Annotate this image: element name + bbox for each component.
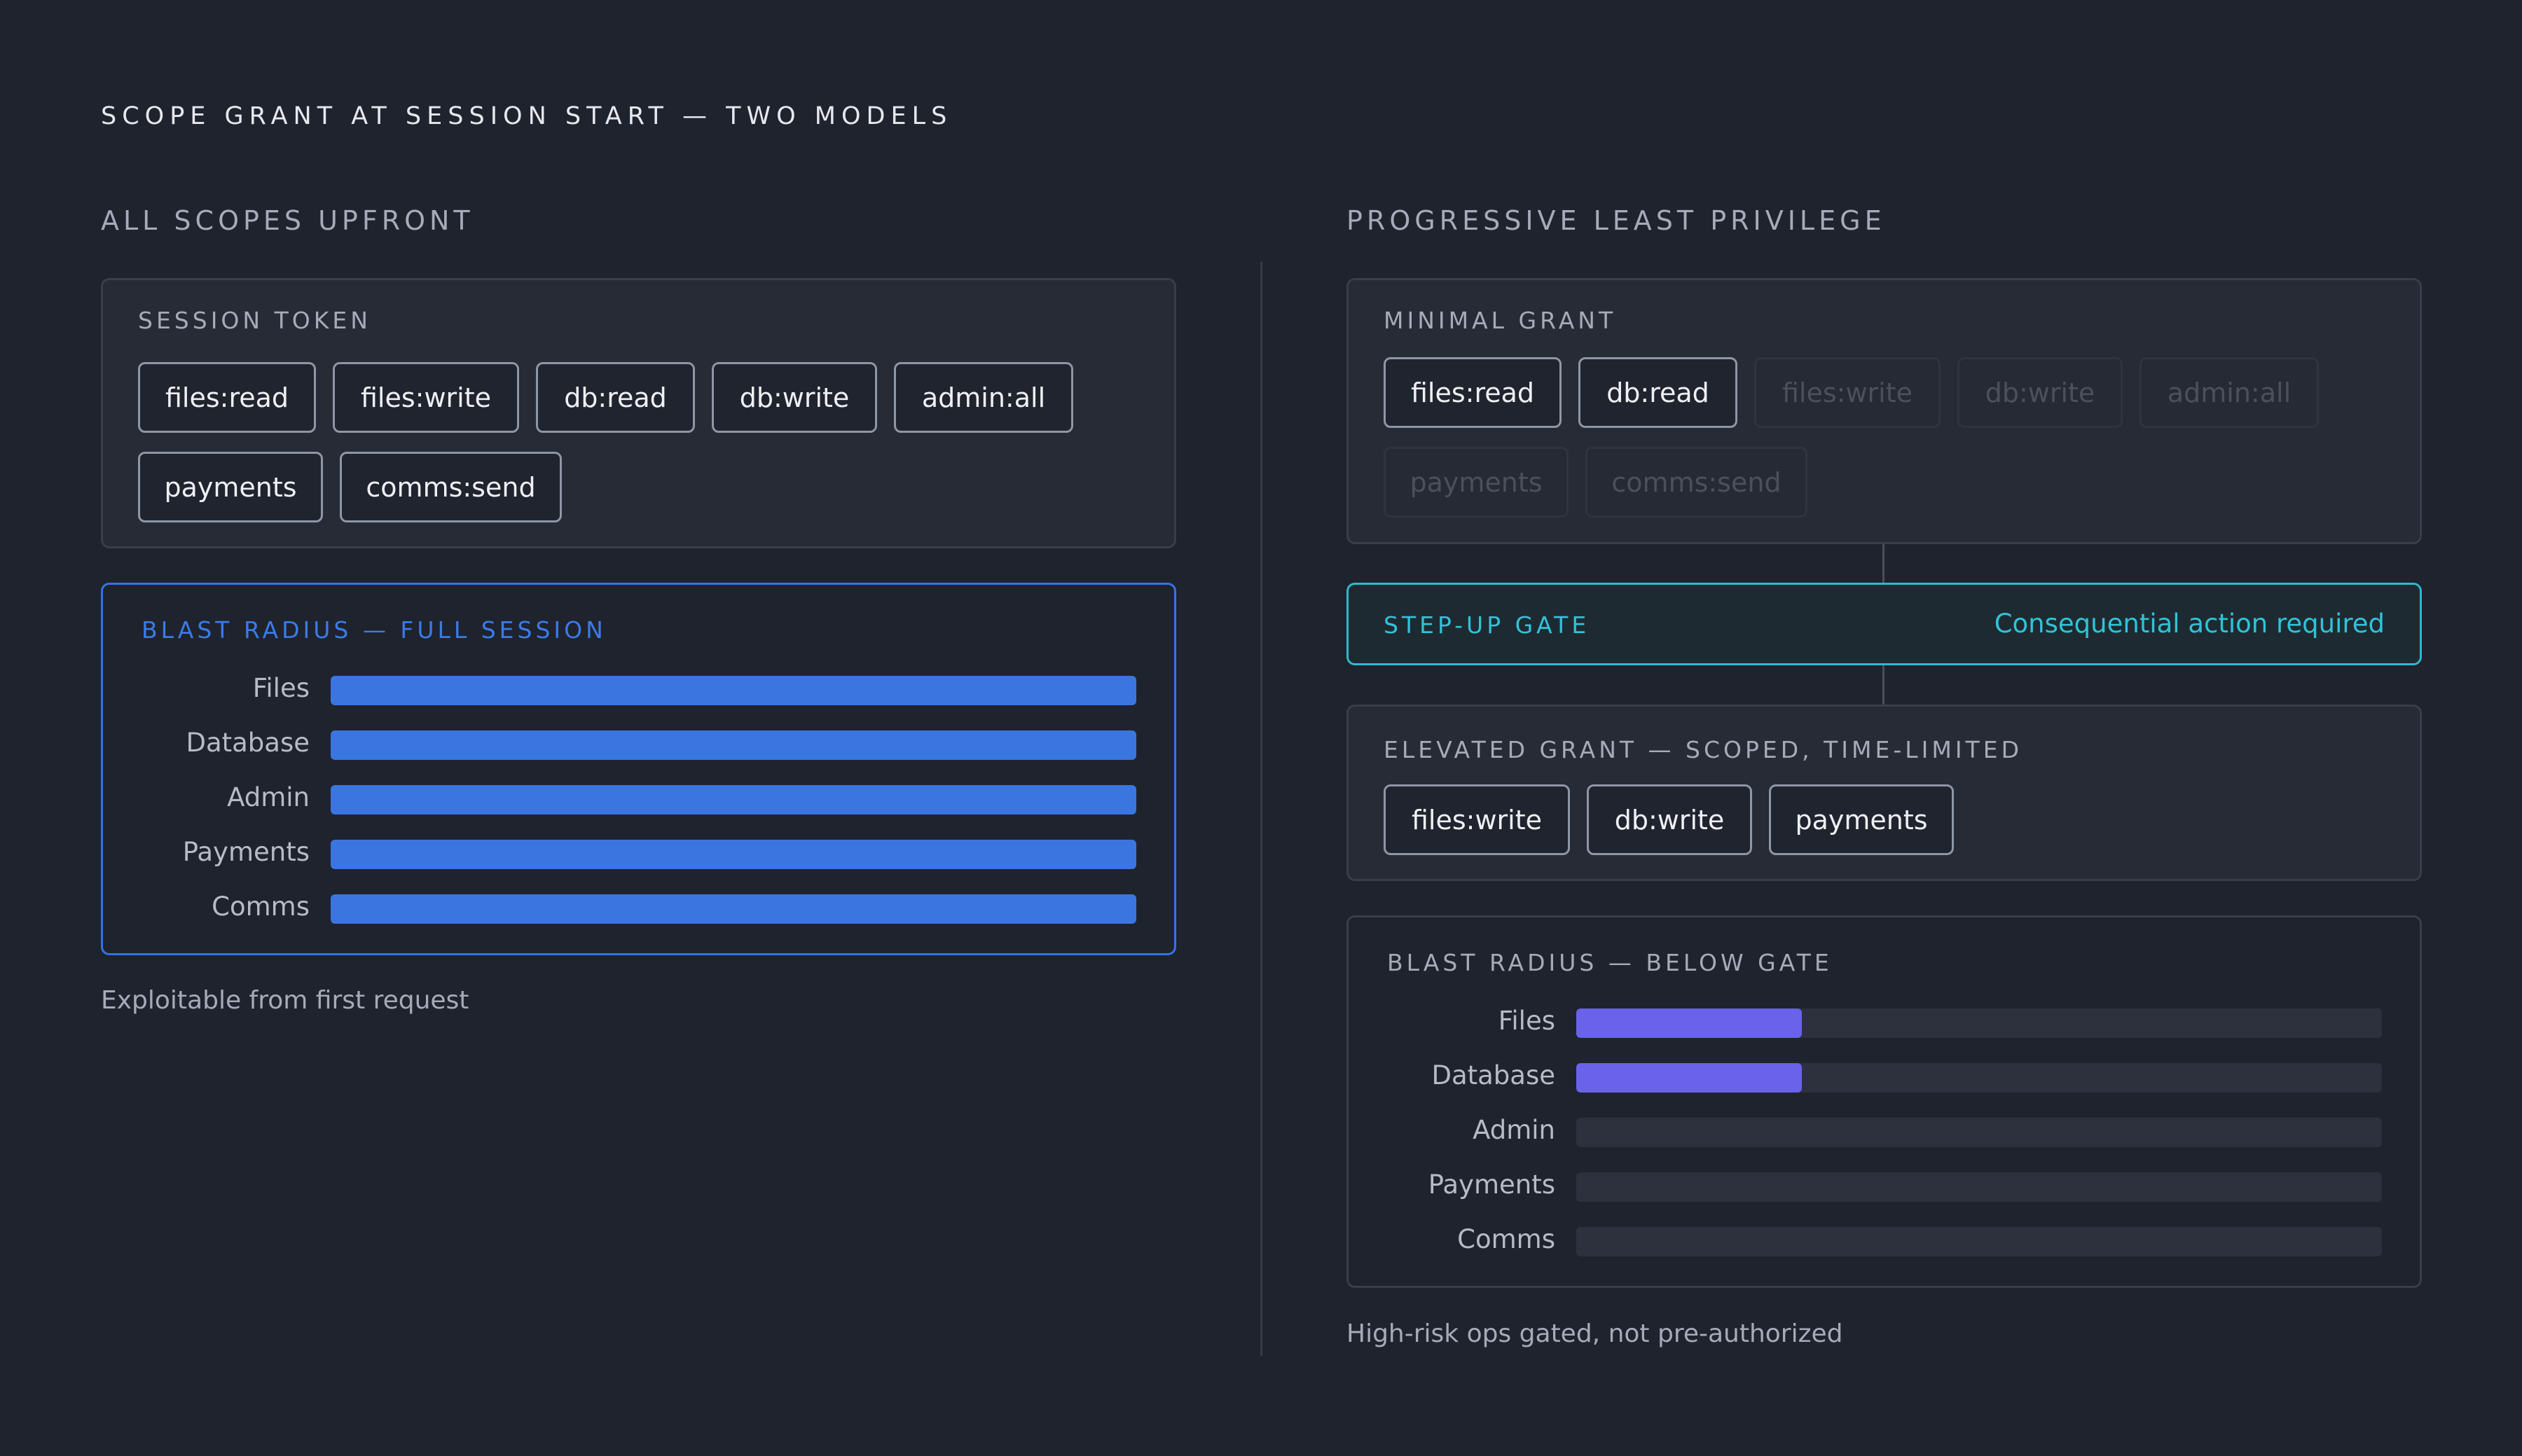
minimal-scope-files-write: files:write [1754,357,1941,428]
below-bar-track-files [1576,1008,2382,1038]
blast-radius-below-card: BLAST RADIUS — BELOW GATE Files Database A… [1346,915,2422,1288]
below-bar-label-admin: Admin [1473,1115,1555,1145]
below-bar-track-database [1576,1063,2382,1093]
minimal-scope-db-write: db:write [1957,357,2123,428]
scope-pill-payments: payments [138,452,323,522]
below-bar-fill-files [1576,1008,1802,1038]
session-token-label: SESSION TOKEN [138,307,371,334]
left-footnote: Exploitable from first request [101,986,469,1015]
scope-pill-comms-send: comms:send [340,452,562,522]
blast-radius-full-title: BLAST RADIUS — FULL SESSION [142,616,607,644]
column-divider [1260,262,1262,1356]
minimal-scope-comms-send: comms:send [1585,447,1807,518]
minimal-grant-card: MINIMAL GRANT files:read db:read files:w… [1346,278,2422,544]
full-bar-label-payments: Payments [182,837,310,867]
full-bar-track-comms [331,894,1136,924]
below-bar-label-files: Files [1498,1006,1555,1036]
blast-radius-below-title: BLAST RADIUS — BELOW GATE [1387,949,1833,976]
full-bar-fill-database [331,730,1136,760]
elevated-scope-db-write: db:write [1587,784,1752,855]
right-footnote: High-risk ops gated, not pre-authorized [1346,1319,1843,1348]
below-bar-label-payments: Payments [1428,1170,1555,1200]
below-bar-track-admin [1576,1118,2382,1147]
scope-pill-files-read: files:read [138,362,316,433]
minimal-scope-db-read: db:read [1578,357,1737,428]
full-bar-track-payments [331,840,1136,869]
full-bar-fill-payments [331,840,1136,869]
full-bar-fill-comms [331,894,1136,924]
full-bar-track-files [331,676,1136,705]
minimal-scope-payments: payments [1384,447,1569,518]
blast-radius-full-card: BLAST RADIUS — FULL SESSION Files Databas… [101,583,1176,955]
step-up-gate-note: Consequential action required [1994,609,2385,639]
minimal-scope-files-read: files:read [1384,357,1562,428]
full-bar-track-admin [331,785,1136,814]
connector-line [1882,665,1884,705]
session-token-card: SESSION TOKEN files:read files:write db:… [101,278,1176,548]
full-bar-label-comms: Comms [212,892,310,922]
right-column-heading: PROGRESSIVE LEAST PRIVILEGE [1346,205,1886,236]
step-up-gate-label: STEP-UP GATE [1384,611,1590,639]
full-bar-label-admin: Admin [227,782,310,812]
elevated-scope-payments: payments [1769,784,1954,855]
scope-pill-files-write: files:write [333,362,519,433]
below-bar-label-comms: Comms [1457,1224,1555,1254]
scope-pill-db-read: db:read [536,362,695,433]
below-bar-track-payments [1576,1172,2382,1202]
scope-pill-admin-all: admin:all [894,362,1073,433]
minimal-grant-label: MINIMAL GRANT [1384,307,1617,334]
below-bar-track-comms [1576,1227,2382,1256]
elevated-grant-label: ELEVATED GRANT — SCOPED, TIME-LIMITED [1384,736,2023,763]
below-bar-label-database: Database [1431,1060,1555,1090]
below-bar-fill-database [1576,1063,1802,1093]
elevated-scope-files-write: files:write [1384,784,1570,855]
connector-line [1882,544,1884,583]
full-bar-fill-admin [331,785,1136,814]
full-bar-fill-files [331,676,1136,705]
page-title: SCOPE GRANT AT SESSION START — TWO MODEL… [101,102,953,130]
full-bar-label-database: Database [186,728,310,758]
scope-pill-db-write: db:write [712,362,877,433]
step-up-gate: STEP-UP GATE Consequential action requir… [1346,583,2422,665]
full-bar-track-database [331,730,1136,760]
elevated-grant-card: ELEVATED GRANT — SCOPED, TIME-LIMITED fi… [1346,705,2422,881]
left-column-heading: ALL SCOPES UPFRONT [101,205,474,236]
full-bar-label-files: Files [252,673,310,703]
minimal-scope-admin-all: admin:all [2139,357,2319,428]
